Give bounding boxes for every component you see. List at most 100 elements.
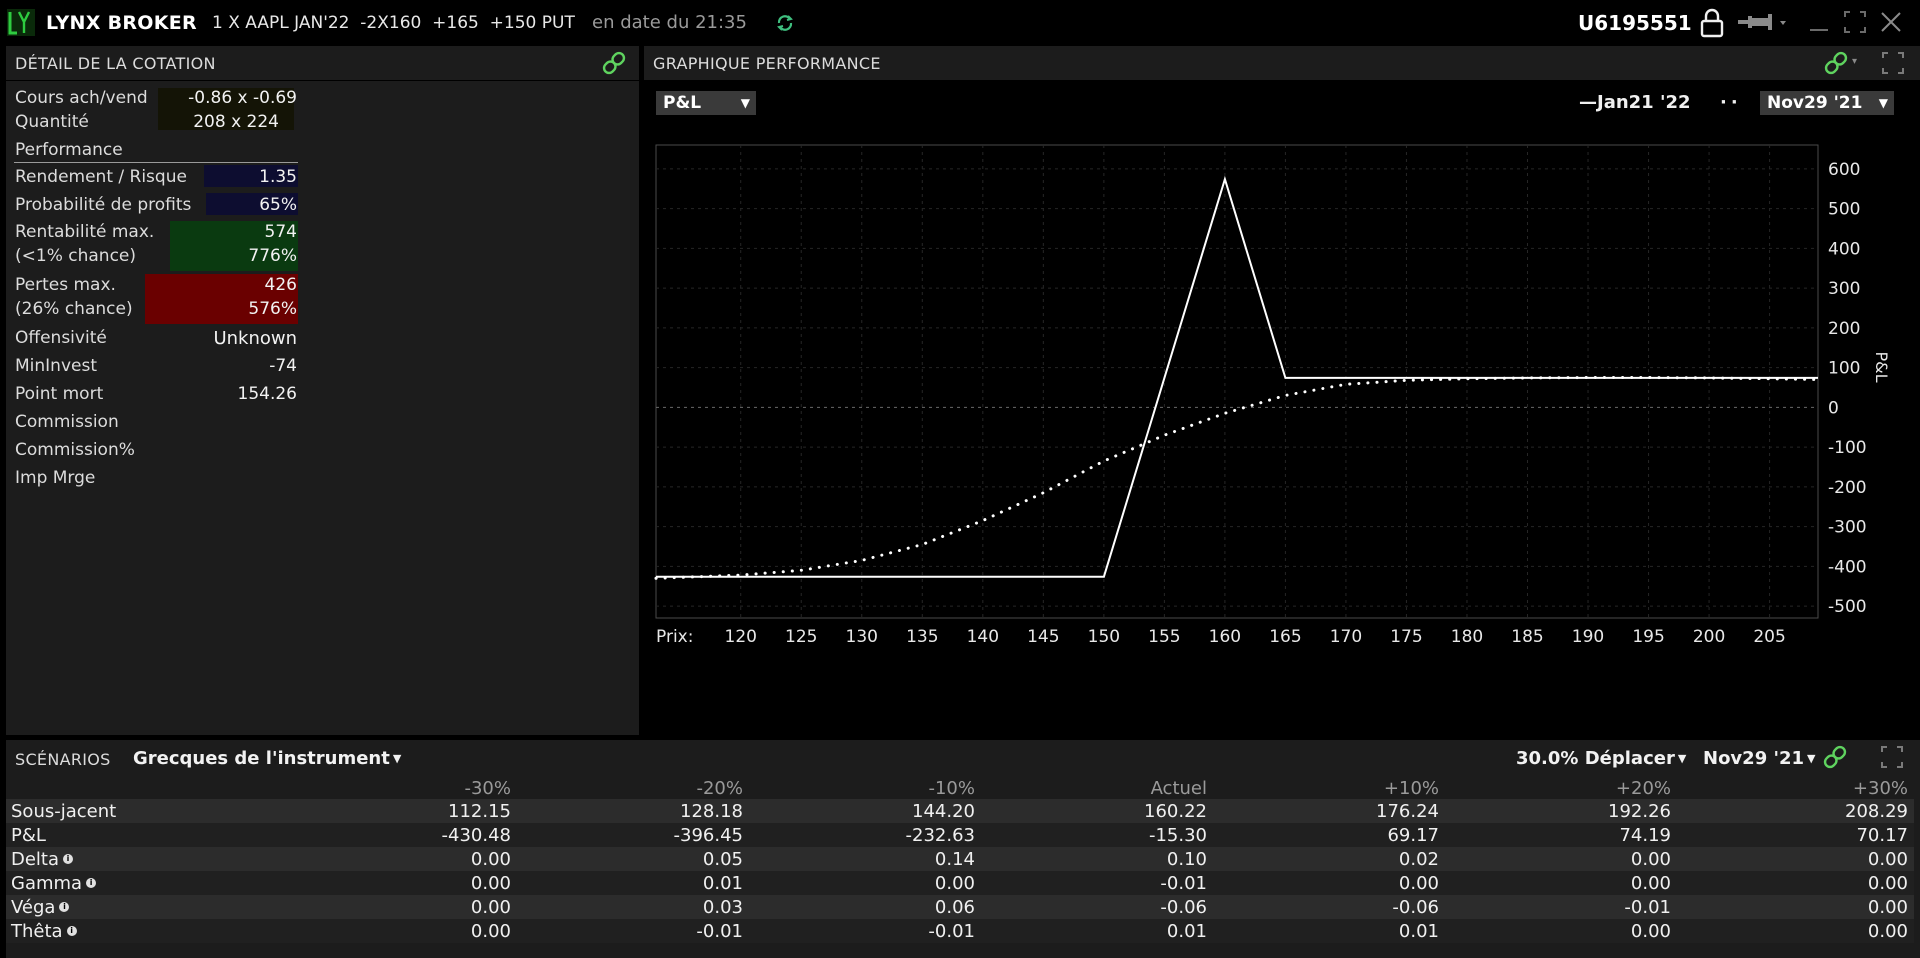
min-invest-label: MinInvest — [15, 356, 97, 376]
lock-icon[interactable] — [1698, 8, 1726, 38]
title-bar: LYNX BROKER 1 X AAPL JAN'22 -2X160 +165 … — [0, 0, 1920, 44]
bid-ask-label: Cours ach/vend — [15, 88, 148, 108]
table-cell: 74.19 — [1445, 823, 1677, 847]
table-header-row: -30% -20% -10% Actuel +10% +20% +30% — [6, 777, 1914, 799]
info-icon[interactable]: i — [66, 925, 77, 936]
link-icon[interactable] — [1821, 48, 1851, 78]
table-cell: 208.29 — [1677, 799, 1914, 823]
table-cell: 128.18 — [517, 799, 749, 823]
quantity-value: 208 x 224 — [193, 112, 279, 132]
table-cell: 0.00 — [285, 871, 517, 895]
table-cell: 112.15 — [285, 799, 517, 823]
x-tick-label: 185 — [1511, 627, 1543, 647]
max-profit-label: Rentabilité max. — [15, 222, 155, 242]
info-icon[interactable]: i — [59, 901, 70, 912]
table-cell: 0.00 — [285, 847, 517, 871]
info-icon[interactable]: i — [86, 877, 97, 888]
pin-icon[interactable] — [1736, 10, 1790, 34]
table-cell: 0.01 — [517, 871, 749, 895]
risk-reward-row: Rendement / Risque 1.35 — [15, 167, 297, 189]
table-cell: 0.00 — [285, 895, 517, 919]
shift-dropdown[interactable]: 30.0% Déplacer ▼ — [1516, 748, 1686, 769]
x-tick-label: 175 — [1390, 627, 1422, 647]
table-row: Delta i 0.00 0.05 0.14 0.10 0.02 0.00 0.00 — [6, 847, 1914, 871]
greeks-dropdown[interactable]: Grecques de l'instrument ▼ — [133, 748, 401, 769]
info-icon[interactable]: i — [63, 853, 74, 864]
bid-ask-value: -0.86 x -0.69 — [188, 88, 297, 108]
y-tick-label: -200 — [1828, 478, 1867, 498]
quote-panel-header: DÉTAIL DE LA COTATION — [6, 46, 639, 80]
y-tick-label: 100 — [1828, 359, 1860, 379]
pnl-chart[interactable]: 120 125 130 135 140 145 150 155 160 165 170 175 180 1… — [644, 80, 1920, 735]
table-cell: 176.24 — [1213, 799, 1445, 823]
aggressiveness-row: Offensivité Unknown — [15, 328, 297, 350]
as-of-time: en date du 21:35 — [592, 12, 747, 33]
max-loss-row: Pertes max. 426 (26% chance) 576% — [15, 275, 297, 323]
scenario-date-dropdown[interactable]: Nov29 '21 ▼ — [1703, 748, 1816, 769]
profit-probability-row: Probabilité de profits 65% — [15, 195, 297, 217]
account-id: U6195551 — [1578, 11, 1692, 35]
quantity-row: Quantité 208 x 224 — [15, 112, 297, 134]
column-header: +30% — [1852, 777, 1908, 799]
aggressiveness-label: Offensivité — [15, 328, 107, 348]
app-name: LYNX BROKER — [46, 12, 197, 34]
x-tick-label: 155 — [1148, 627, 1180, 647]
y-axis-label: P&L — [1872, 352, 1891, 383]
commission-label: Commission — [15, 412, 119, 432]
table-cell: 70.17 — [1677, 823, 1914, 847]
y-tick-label: -400 — [1828, 557, 1867, 577]
performance-header: Performance — [14, 140, 298, 163]
table-cell: 0.00 — [1445, 871, 1677, 895]
table-cell: -0.01 — [517, 919, 749, 943]
row-label-text: Sous-jacent — [11, 800, 117, 822]
bid-ask-row: Cours ach/vend -0.86 x -0.69 — [15, 88, 297, 110]
shift-dropdown-label: 30.0% Déplacer — [1516, 748, 1675, 769]
table-cell: 0.03 — [517, 895, 749, 919]
link-icon[interactable] — [599, 48, 629, 78]
table-cell: 0.00 — [1445, 919, 1677, 943]
table-row: Véga i 0.00 0.03 0.06 -0.06 -0.06 -0.01 0.00 — [6, 895, 1914, 919]
margin-impact-label: Imp Mrge — [15, 468, 96, 488]
max-loss-value: 426 — [264, 275, 297, 295]
refresh-icon[interactable] — [774, 12, 796, 34]
expand-icon[interactable] — [1880, 50, 1906, 76]
link-dropdown-icon[interactable]: ▾ — [1852, 56, 1857, 67]
y-tick-label: 300 — [1828, 279, 1860, 299]
max-loss-label: Pertes max. — [15, 275, 116, 295]
maximize-icon[interactable] — [1842, 8, 1868, 36]
table-cell: 0.00 — [1445, 847, 1677, 871]
table-cell: 0.00 — [749, 871, 981, 895]
max-loss-chance: (26% chance) — [15, 299, 133, 319]
table-cell: 0.00 — [1677, 871, 1914, 895]
close-icon[interactable] — [1878, 8, 1904, 36]
breakeven-row: Point mort 154.26 — [15, 384, 297, 406]
scenarios-table: -30% -20% -10% Actuel +10% +20% +30% Sou… — [6, 777, 1914, 943]
max-loss-percent: 576% — [248, 299, 297, 319]
table-cell: 0.14 — [749, 847, 981, 871]
minimize-icon[interactable] — [1806, 8, 1832, 36]
max-profit-percent: 776% — [248, 246, 297, 266]
y-tick-label: 200 — [1828, 319, 1860, 339]
y-tick-label: -300 — [1828, 518, 1867, 538]
row-label: Sous-jacent — [6, 799, 285, 823]
chevron-down-icon: ▼ — [392, 752, 402, 765]
row-label: Delta i — [6, 847, 285, 871]
x-tick-label: 165 — [1269, 627, 1301, 647]
risk-reward-value: 1.35 — [259, 167, 297, 187]
instrument-description: 1 X AAPL JAN'22 -2X160 +165 +150 PUT — [212, 13, 575, 33]
table-cell: 0.00 — [285, 919, 517, 943]
y-tick-label: 0 — [1828, 398, 1839, 418]
column-header: Actuel — [1150, 777, 1207, 799]
table-cell: 0.00 — [1213, 871, 1445, 895]
row-label: P&L — [6, 823, 285, 847]
link-icon[interactable] — [1820, 742, 1850, 772]
quantity-label: Quantité — [15, 112, 89, 132]
table-cell: 144.20 — [749, 799, 981, 823]
row-label: Gamma i — [6, 871, 285, 895]
expand-icon[interactable] — [1879, 744, 1905, 770]
table-cell: -396.45 — [517, 823, 749, 847]
column-header: -10% — [928, 777, 975, 799]
x-tick-label: 140 — [967, 627, 999, 647]
table-cell: 0.00 — [1677, 847, 1914, 871]
table-cell: -0.01 — [981, 871, 1213, 895]
